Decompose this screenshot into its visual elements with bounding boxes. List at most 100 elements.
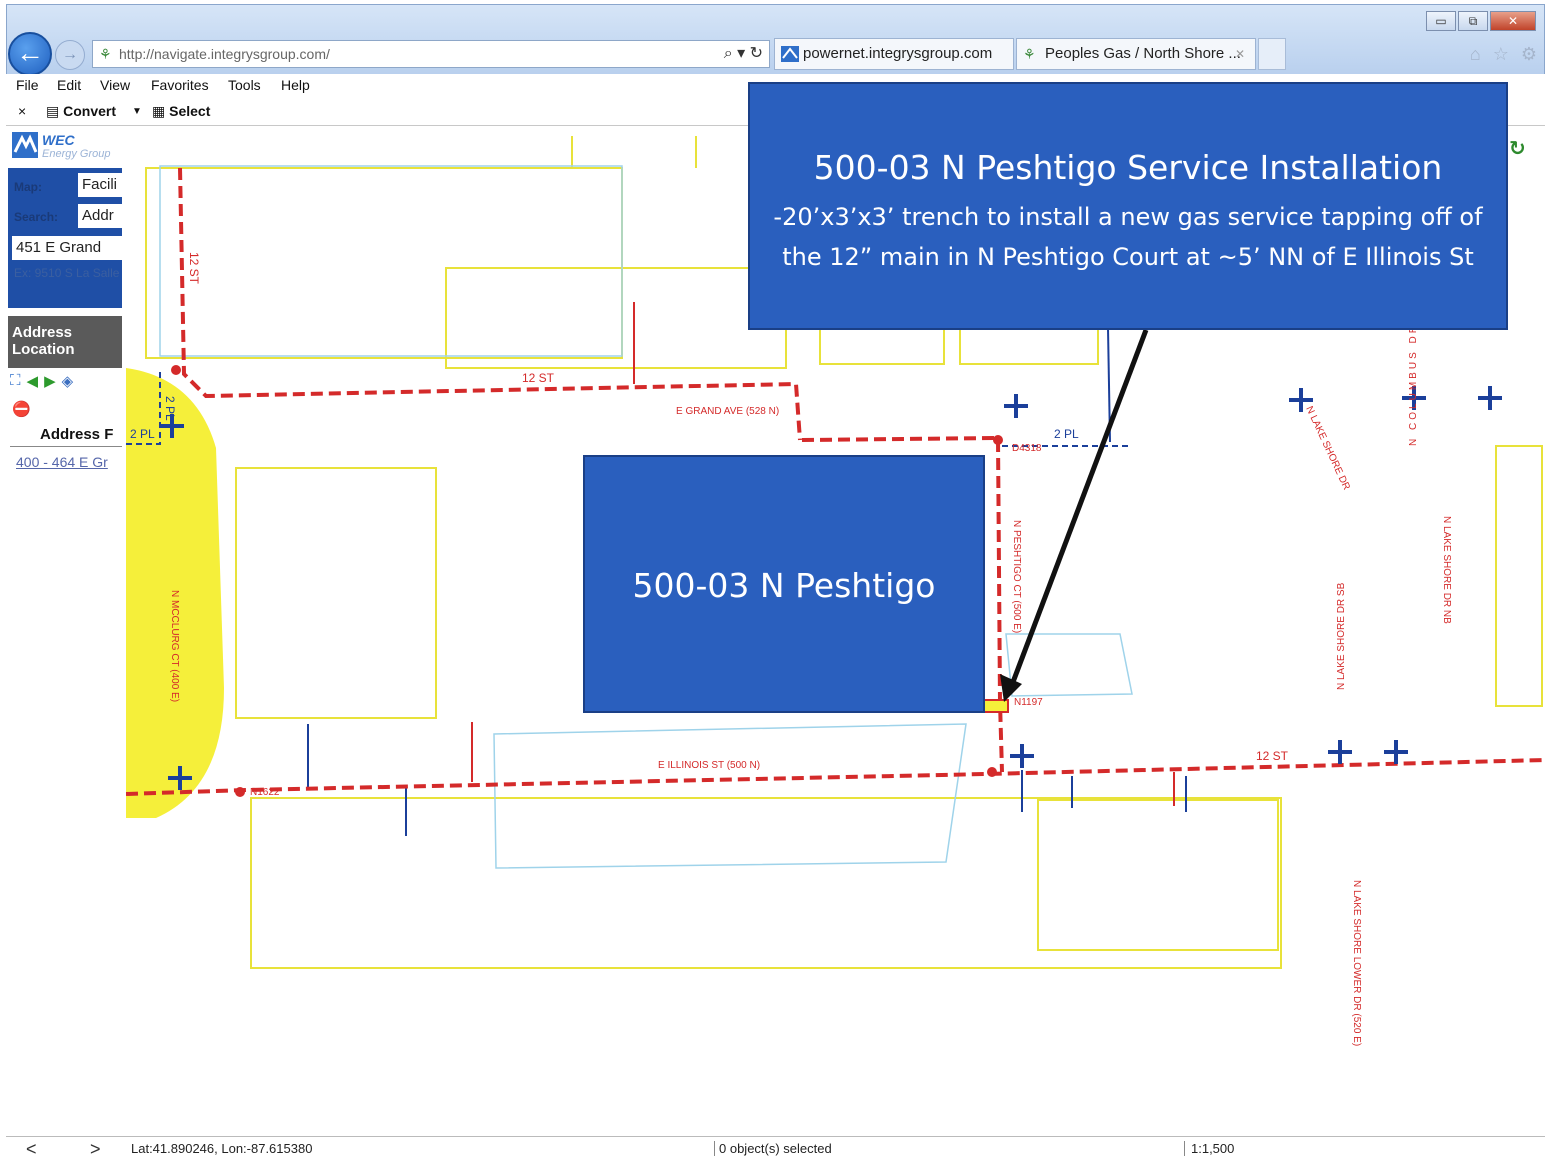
node (987, 767, 997, 777)
tab-close-icon[interactable]: ✕ (1235, 39, 1245, 69)
callout-title: 500-03 N Peshtigo Service Installation (813, 148, 1443, 187)
status-bar: < > Lat:41.890246, Lon:-87.615380 0 obje… (6, 1136, 1545, 1160)
new-tab-button[interactable] (1258, 38, 1286, 70)
gear-icon[interactable]: ⚙ (1521, 44, 1537, 65)
select-button[interactable]: ▦ Select (152, 103, 210, 120)
pointer-arrow (1007, 329, 1149, 691)
parcel (959, 327, 1099, 365)
zoom-extent-icon[interactable]: ⛶ (10, 372, 21, 390)
selection-status: 0 object(s) selected (714, 1141, 832, 1156)
street-label: N LAKE SHORE DR (1303, 405, 1351, 492)
chevron-down-icon[interactable]: ▼ (132, 106, 142, 117)
forward-button[interactable]: → (55, 40, 85, 70)
tab-peoples-gas[interactable]: ⚘ Peoples Gas / North Shore ... ✕ (1016, 38, 1256, 70)
parcel (1037, 799, 1279, 951)
pipe-label: 12 ST (187, 252, 201, 285)
clear-icon[interactable]: ⛔ (12, 400, 31, 418)
menu-view[interactable]: View (100, 77, 130, 93)
select-icon: ▦ (152, 103, 170, 119)
pipe-label: 12 ST (522, 371, 555, 385)
building-outline (1005, 633, 1133, 697)
convert-button[interactable]: ▤ Convert (46, 103, 116, 120)
parcel (819, 327, 945, 365)
plus-icon (1384, 740, 1408, 764)
node-label: N1622 (250, 787, 280, 798)
tab-powernet[interactable]: powernet.integrysgroup.com (774, 38, 1014, 70)
address-field-label: Address F (40, 426, 114, 443)
minimize-button[interactable]: ▭ (1426, 11, 1456, 31)
menu-edit[interactable]: Edit (57, 77, 81, 93)
menu-help[interactable]: Help (281, 77, 310, 93)
left-panel: WEC Energy Group Map: Facili Search: Add… (6, 128, 124, 1138)
logo-text: WEC (42, 132, 75, 148)
menu-file[interactable]: File (16, 77, 39, 93)
street-label: N LAKE SHORE DR SB (1336, 582, 1347, 690)
parcel (235, 467, 437, 719)
gas-main (178, 167, 802, 441)
close-window-button[interactable]: ✕ (1490, 11, 1536, 31)
refresh-map-icon[interactable]: ↻ (1509, 136, 1526, 161)
parcel (571, 136, 697, 168)
close-commandbar-button[interactable]: × (18, 103, 26, 119)
restore-button[interactable]: ⧉ (1458, 11, 1488, 31)
favorites-star-icon[interactable]: ☆ (1493, 44, 1509, 65)
pipe-label: 12 ST (1256, 749, 1289, 763)
back-button[interactable]: ← (8, 32, 52, 76)
street-label: N LAKE SHORE DR NB (1441, 516, 1452, 624)
parcel (1495, 445, 1543, 707)
logo-subtitle: Energy Group (42, 148, 111, 160)
gas-main (126, 758, 1545, 796)
select-label: Select (169, 103, 211, 119)
street-label: N MCCLURG CT (400 E) (169, 590, 180, 702)
node (993, 435, 1003, 445)
callout-body: -20’x3’x3’ trench to install a new gas s… (773, 203, 1483, 271)
menu-tools[interactable]: Tools (228, 77, 261, 93)
service-labels: 2 PL 2 PL 2 PL (130, 396, 1079, 441)
arrow-right-icon[interactable]: ▶ (44, 372, 56, 390)
pipe-label: 2 PL (1054, 427, 1079, 441)
home-icon[interactable]: ⌂ (1470, 44, 1481, 65)
wec-tab-icon (781, 46, 799, 62)
address-bar[interactable]: ⚘ http://navigate.integrysgroup.com/ ⌕ ▾… (92, 40, 770, 68)
service-tap-marker[interactable] (983, 699, 1009, 713)
search-refresh-icons[interactable]: ⌕ ▾ ↻ (724, 41, 763, 67)
arrow-left-icon[interactable]: ◀ (27, 372, 39, 390)
next-button[interactable]: > (90, 1139, 101, 1160)
node-label: N1197 (1014, 697, 1043, 708)
plus-icon (1328, 740, 1352, 764)
address-search-input[interactable]: 451 E Grand (12, 236, 122, 260)
building-outline (493, 723, 967, 869)
node (171, 365, 181, 375)
tag-icon[interactable]: ◈ (62, 372, 74, 390)
map-select[interactable]: Facili (78, 173, 122, 197)
parcel (445, 267, 787, 369)
site-icon: ⚘ (1023, 46, 1036, 62)
address-location-header: Address Location (8, 316, 122, 368)
prev-button[interactable]: < (26, 1139, 37, 1160)
search-hint: Ex: 9510 S La Salle (14, 266, 120, 280)
annotation-callout: 500-03 N Peshtigo Service Installation -… (748, 82, 1508, 330)
browser-toolbar-icons: ⌂ ☆ ⚙ (1470, 44, 1537, 65)
menu-favorites[interactable]: Favorites (151, 77, 209, 93)
tab-label: Peoples Gas / North Shore ... (1045, 45, 1241, 62)
street-label: E GRAND AVE (528 N) (676, 406, 779, 417)
tool-icons: ⛶ ◀ ▶ ◈ (10, 372, 73, 390)
node-label: D4318 (1012, 443, 1042, 454)
street-label: N COLUMBUS DR (1408, 326, 1419, 446)
pipe-label: 2 PL (130, 427, 155, 441)
building-outline (159, 165, 623, 357)
building-label: 500-03 N Peshtigo (583, 455, 985, 713)
pipe-label: 2 PL (163, 396, 177, 421)
plus-icon (1004, 394, 1028, 418)
site-icon: ⚘ (99, 46, 112, 62)
convert-icon: ▤ (46, 103, 64, 119)
node (235, 787, 245, 797)
address-result-link[interactable]: 400 - 464 E Gr (16, 454, 108, 470)
screenshot-root: ▭ ⧉ ✕ ← → ⚘ http://navigate.integrysgrou… (0, 0, 1551, 1163)
search-type-select[interactable]: Addr (78, 204, 122, 228)
window-controls: ▭ ⧉ ✕ (1426, 11, 1536, 31)
tab-label: powernet.integrysgroup.com (803, 45, 993, 62)
map-label: Map: (14, 180, 42, 194)
street-label: N PESHTIGO CT (500 E) (1011, 520, 1022, 633)
search-panel: Map: Facili Search: Addr 451 E Grand Ex:… (8, 168, 122, 308)
